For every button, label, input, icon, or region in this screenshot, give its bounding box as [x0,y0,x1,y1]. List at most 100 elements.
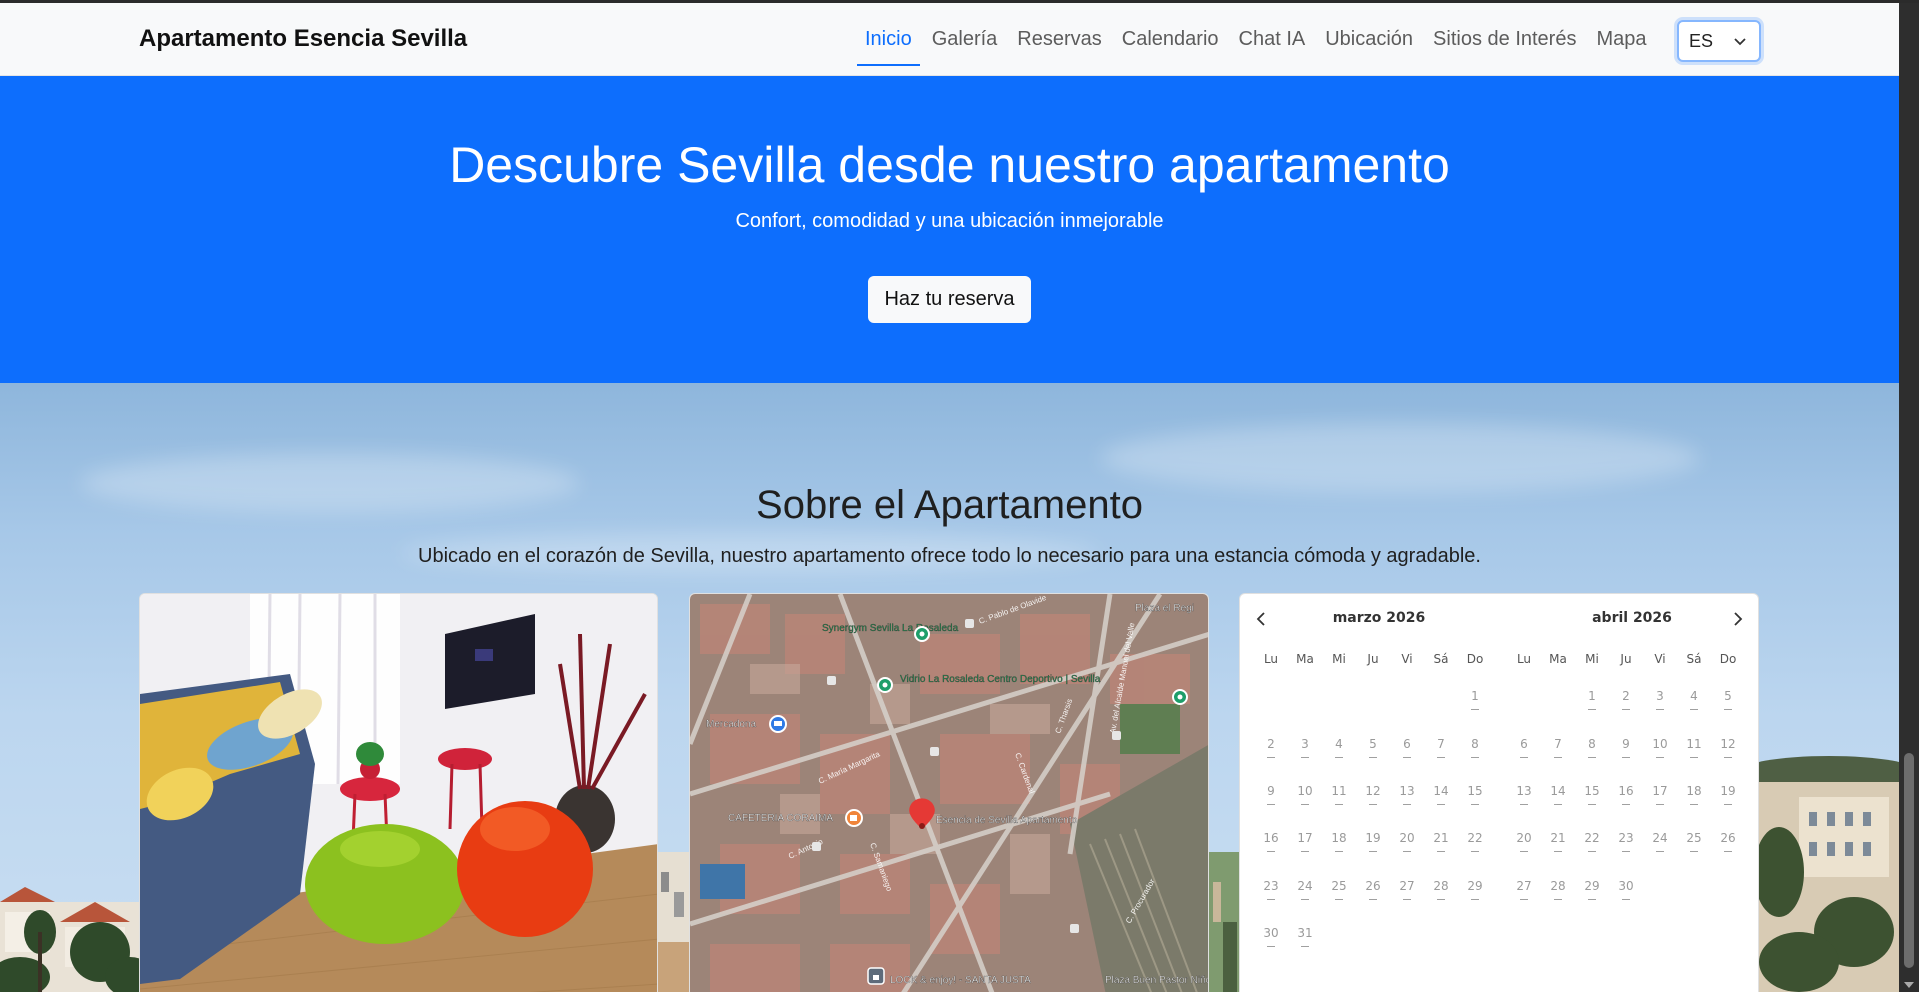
shopping-cart-pin-icon[interactable] [769,715,787,733]
calendar-day[interactable]: 17 [1288,831,1322,852]
map-label: Plaza el Regi [1135,603,1194,614]
calendar-day[interactable]: 9 [1609,737,1643,758]
calendar-day[interactable]: 27 [1390,879,1424,900]
calendar-day[interactable]: 9 [1254,784,1288,805]
calendar-day[interactable]: 21 [1424,831,1458,852]
nav-link[interactable]: Sitios de Interés [1423,3,1586,76]
living-room-photo [140,594,657,992]
calendar-day[interactable]: 30 [1254,926,1288,947]
calendar-day[interactable]: 24 [1288,879,1322,900]
calendar-day[interactable]: 8 [1458,737,1492,758]
about-title: Sobre el Apartamento [756,483,1143,527]
calendar-day[interactable]: 31 [1288,926,1322,947]
nav-link[interactable]: Calendario [1112,3,1229,76]
calendar-day[interactable]: 30 [1609,879,1643,900]
sports-center-pin-icon[interactable] [877,677,893,693]
page-scrollbar[interactable] [1899,3,1919,992]
calendar-day[interactable]: 14 [1424,784,1458,805]
map-label: Vidrio La Rosaleda Centro Deportivo | Se… [900,674,1101,685]
calendar-day[interactable]: 19 [1356,831,1390,852]
calendar: marzo 2026 Lu Ma Mi Ju Vi Sá Do 1 2 3 4 5 6 7 8 9 10 11 12 1… [1240,594,1758,992]
calendar-day[interactable]: 2 [1609,689,1643,710]
calendar-day[interactable]: 14 [1541,784,1575,805]
calendar-day[interactable]: 6 [1390,737,1424,758]
calendar-day[interactable]: 20 [1390,831,1424,852]
calendar-day[interactable]: 10 [1288,784,1322,805]
scroll-down-arrow-icon[interactable] [1904,982,1914,988]
calendar-day[interactable]: 7 [1424,737,1458,758]
nav-link[interactable]: Galería [922,3,1008,76]
nav-link[interactable]: Mapa [1586,3,1656,76]
reserve-button[interactable]: Haz tu reserva [868,276,1031,323]
calendar-day[interactable]: 13 [1390,784,1424,805]
calendar-day[interactable]: 25 [1322,879,1356,900]
calendar-day[interactable]: 17 [1643,784,1677,805]
map-pool [700,864,745,899]
calendar-day[interactable]: 23 [1609,831,1643,852]
language-select[interactable]: ES [1677,20,1761,62]
calendar-month-title: marzo 2026 [1332,610,1426,626]
nav-link[interactable]: Chat IA [1229,3,1316,76]
calendar-day[interactable]: 12 [1356,784,1390,805]
calendar-day[interactable]: 28 [1424,879,1458,900]
calendar-weekday: Do [1466,652,1484,666]
calendar-day[interactable]: 1 [1575,689,1609,710]
calendar-day[interactable]: 1 [1458,689,1492,710]
city-background-strip [658,852,689,992]
calendar-day[interactable]: 4 [1677,689,1711,710]
calendar-day[interactable]: 29 [1458,879,1492,900]
calendar-day[interactable]: 24 [1643,831,1677,852]
gym-pin-icon[interactable] [914,626,930,642]
calendar-day[interactable]: 26 [1356,879,1390,900]
map-label: LOCK & enjoy! - SANTA JUSTA [890,975,1031,986]
calendar-day[interactable]: 23 [1254,879,1288,900]
calendar-day[interactable]: 21 [1541,831,1575,852]
calendar-day[interactable]: 22 [1458,831,1492,852]
calendar-day[interactable]: 28 [1541,879,1575,900]
calendar-day[interactable]: 13 [1507,784,1541,805]
brand-title[interactable]: Apartamento Esencia Sevilla [139,25,467,53]
calendar-day[interactable]: 20 [1507,831,1541,852]
map-label: Synergym Sevilla La Rosaleda [822,623,959,634]
calendar-weekday: Do [1719,652,1737,666]
scrollbar-thumb[interactable] [1904,753,1914,968]
city-background-right [1759,756,1899,992]
calendar-day[interactable]: 5 [1711,689,1745,710]
map-green-area [1120,704,1180,754]
calendar-day[interactable]: 22 [1575,831,1609,852]
calendar-day[interactable]: 11 [1677,737,1711,758]
calendar-day[interactable]: 16 [1254,831,1288,852]
calendar-day[interactable]: 2 [1254,737,1288,758]
satellite-map[interactable]: Synergym Sevilla La Rosaleda Vidrio La R… [690,594,1209,992]
calendar-day[interactable]: 15 [1458,784,1492,805]
calendar-day[interactable]: 18 [1322,831,1356,852]
nav-link[interactable]: Reservas [1007,3,1111,76]
calendar-day[interactable]: 25 [1677,831,1711,852]
calendar-day[interactable]: 16 [1609,784,1643,805]
calendar-day[interactable]: 27 [1507,879,1541,900]
cafe-pin-icon[interactable] [845,809,863,827]
apartment-photo-card[interactable] [139,593,658,992]
calendar-day[interactable]: 7 [1541,737,1575,758]
calendar-day[interactable]: 18 [1677,784,1711,805]
navbar: Apartamento Esencia Sevilla Inicio Galerí… [0,3,1899,76]
calendar-day[interactable]: 10 [1643,737,1677,758]
nav-link[interactable]: Inicio [855,3,922,76]
park-pin-icon[interactable] [1172,689,1188,705]
calendar-day[interactable]: 6 [1507,737,1541,758]
calendar-day[interactable]: 3 [1288,737,1322,758]
calendar-day[interactable]: 12 [1711,737,1745,758]
calendar-day[interactable]: 19 [1711,784,1745,805]
calendar-day[interactable]: 29 [1575,879,1609,900]
calendar-day[interactable]: 15 [1575,784,1609,805]
location-map-card[interactable]: Synergym Sevilla La Rosaleda Vidrio La R… [689,593,1209,992]
calendar-month-title: abril 2026 [1592,610,1672,626]
calendar-day[interactable]: 26 [1711,831,1745,852]
calendar-day[interactable]: 8 [1575,737,1609,758]
lock-pin-icon[interactable] [867,967,885,985]
calendar-day[interactable]: 11 [1322,784,1356,805]
calendar-day[interactable]: 5 [1356,737,1390,758]
nav-link[interactable]: Ubicación [1315,3,1423,76]
calendar-day[interactable]: 3 [1643,689,1677,710]
calendar-day[interactable]: 4 [1322,737,1356,758]
